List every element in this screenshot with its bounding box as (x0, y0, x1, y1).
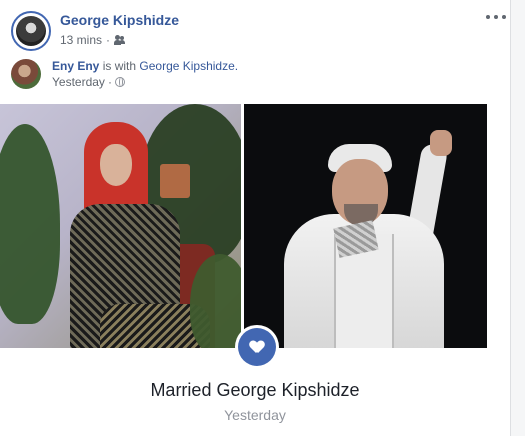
shared-story-meta: Yesterday · (52, 75, 125, 89)
flower-pot (160, 164, 190, 198)
photo-right[interactable] (244, 104, 487, 348)
more-options-icon (486, 15, 490, 19)
shared-author-avatar[interactable] (11, 59, 41, 89)
life-event-title[interactable]: Married George Kipshidze (0, 380, 510, 401)
heart-icon (250, 341, 264, 354)
friends-icon[interactable] (114, 35, 126, 45)
person-hand (430, 130, 452, 156)
post-meta: 13 mins · (60, 33, 126, 47)
post-timestamp[interactable]: 13 mins (60, 33, 102, 47)
life-event-button[interactable] (238, 328, 276, 366)
shared-separator: · (107, 75, 112, 89)
author-avatar[interactable] (11, 11, 51, 51)
shared-connector: is with (102, 59, 137, 73)
shared-story-line: Eny Eny is with George Kipshidze. (52, 59, 238, 73)
post-card: George Kipshidze 13 mins · Eny Eny is wi… (0, 0, 510, 436)
plant (190, 254, 241, 348)
more-options-button[interactable] (486, 10, 506, 24)
tagged-person-link[interactable]: George Kipshidze. (139, 59, 238, 73)
life-event-badge (235, 325, 279, 369)
globe-icon[interactable] (114, 77, 125, 87)
life-event-date: Yesterday (224, 407, 286, 423)
meta-separator: · (106, 33, 111, 47)
photo-left[interactable] (0, 104, 241, 348)
person-face (100, 144, 132, 186)
author-avatar-image (16, 16, 46, 46)
shared-author-link[interactable]: Eny Eny (52, 59, 99, 73)
plant (0, 124, 60, 324)
page-gutter (510, 0, 525, 436)
shared-timestamp[interactable]: Yesterday (52, 75, 105, 89)
author-name[interactable]: George Kipshidze (60, 12, 179, 28)
